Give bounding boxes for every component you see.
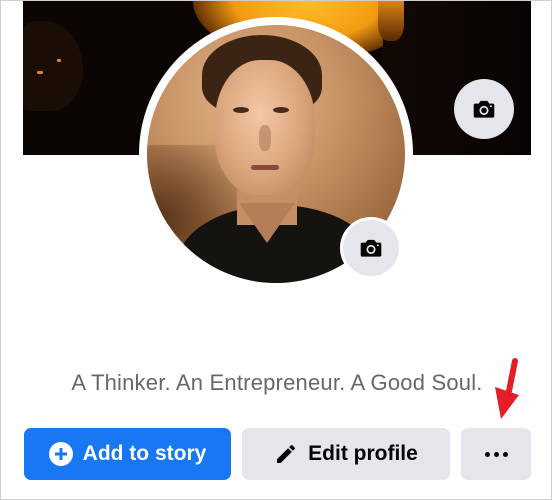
- camera-icon: [473, 100, 495, 118]
- avatar-camera-button[interactable]: [340, 217, 402, 279]
- plus-circle-icon: [48, 442, 73, 466]
- cover-silhouette-left: [23, 21, 83, 111]
- pencil-icon: [277, 445, 296, 463]
- avatar-eye-right: [273, 107, 289, 113]
- cover-highlight: [378, 1, 404, 41]
- camera-icon: [360, 239, 382, 257]
- more-dots-icon: [484, 451, 508, 457]
- cover-ember: [57, 59, 61, 62]
- cover-camera-button[interactable]: [454, 79, 514, 139]
- cover-ember: [37, 71, 43, 74]
- profile-header: A Thinker. An Entrepreneur. A Good Soul.…: [0, 0, 552, 500]
- avatar-nose: [259, 125, 271, 151]
- profile-bio: A Thinker. An Entrepreneur. A Good Soul.: [71, 370, 483, 395]
- red-arrow-icon: [495, 358, 519, 419]
- edit-profile-label: Edit profile: [308, 442, 418, 465]
- add-to-story-button[interactable]: Add to story: [24, 428, 231, 480]
- avatar-eye-left: [233, 107, 249, 113]
- more-options-button[interactable]: [461, 428, 531, 480]
- edit-profile-button[interactable]: Edit profile: [242, 428, 450, 480]
- avatar-mouth: [251, 165, 279, 170]
- add-to-story-label: Add to story: [82, 442, 207, 465]
